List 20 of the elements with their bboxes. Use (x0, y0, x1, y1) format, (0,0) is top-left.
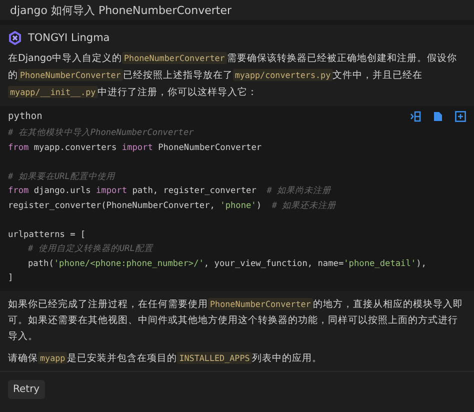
copy-icon[interactable] (433, 111, 443, 122)
code-line: # 在其他模块中导入PhoneNumberConverter (8, 127, 195, 140)
question-title: django 如何导入 PhoneNumberConverter (10, 2, 232, 18)
code-line: from django.urls import path, register_converter # 如果尚未注册 (8, 185, 332, 198)
answer-paragraph: 如果你已经完成了注册过程，在任何需要使用 PhoneNumberConverter 的地方，直接从相应的模块导入即可。如果还需要在其他视图、中间件或其他地方使用这个转换器的功能，同样可以按照上面的方式进行导入。 (8, 296, 464, 344)
insert-icon[interactable] (410, 111, 421, 122)
code-line: path('phone/<phone:phone_number>/', your_view_function, name='phone_detail'), (27, 258, 428, 270)
assistant-name: TONGYI Lingma (28, 32, 110, 44)
new-file-icon[interactable] (455, 111, 466, 122)
answer-paragraph: 请确保 myapp 是已安装并包含在项目的 INSTALLED_APPS 列表中的应用。 (8, 350, 323, 366)
intro-paragraph: 在Django中导入自定义的 PhoneNumberConverter 需要确保该转换器已经被正确地创建和注册。假设你的 PhoneNumberConverter 已经按照上述指导放在了 myapp/converters.py 文件中，并且已经在 myapp/__init__.py 中进行了注册，你可以这样导入它： (8, 51, 458, 100)
code-language: python (8, 111, 42, 122)
code-line: # 如果要在URL配置中使用 (8, 170, 116, 184)
logo-icon (8, 31, 22, 45)
code-line: register_converter(PhoneNumberConverter, 'phone') # 如果还未注册 (8, 200, 338, 212)
code-line: urlpatterns = [ (8, 228, 87, 242)
code-line: from myapp.converters import PhoneNumberConverter (8, 142, 263, 154)
code-line: ] (8, 272, 14, 285)
code-line: # 使用自定义转换器的URL配置 (27, 242, 154, 256)
retry-button[interactable]: Retry (8, 380, 45, 398)
